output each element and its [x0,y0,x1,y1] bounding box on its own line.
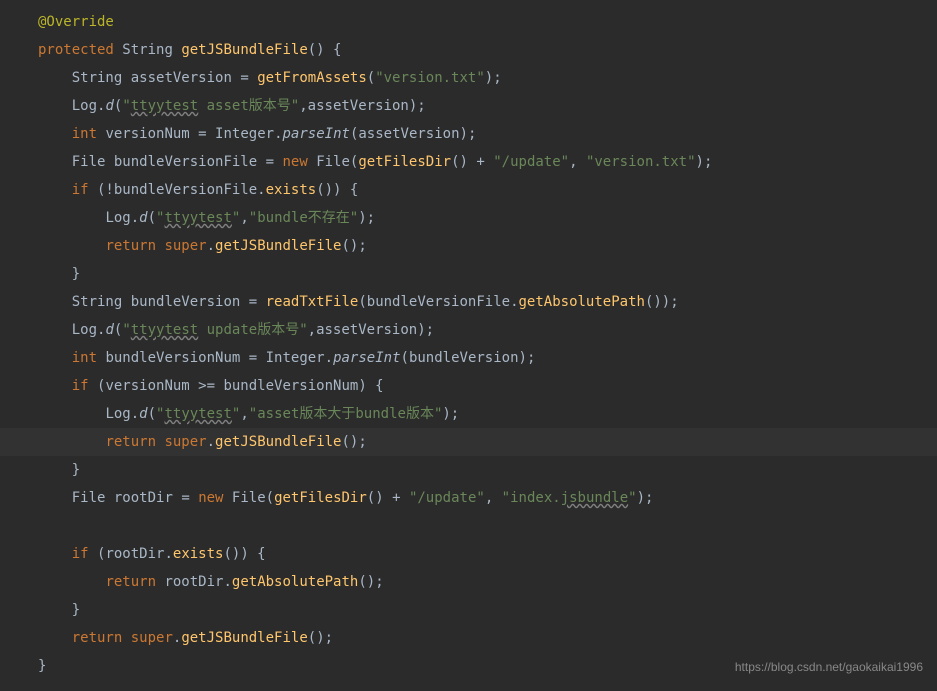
code-line-12: Log.d("ttyytest update版本号",assetVersion)… [0,316,937,344]
code-line-3: String assetVersion = getFromAssets("ver… [0,64,937,92]
code-line-9: return super.getJSBundleFile(); [0,232,937,260]
code-line-16-highlighted: return super.getJSBundleFile(); [0,428,937,456]
code-line-5: int versionNum = Integer.parseInt(assetV… [0,120,937,148]
code-line-10: } [0,260,937,288]
code-line-21: return rootDir.getAbsolutePath(); [0,568,937,596]
code-line-1: @Override [0,8,937,36]
code-line-22: } [0,596,937,624]
code-line-6: File bundleVersionFile = new File(getFil… [0,148,937,176]
code-line-19 [0,512,937,540]
watermark-text: https://blog.csdn.net/gaokaikai1996 [735,653,923,681]
code-line-8: Log.d("ttyytest","bundle不存在"); [0,204,937,232]
annotation-override: @Override [38,14,114,30]
code-line-20: if (rootDir.exists()) { [0,540,937,568]
code-line-4: Log.d("ttyytest asset版本号",assetVersion); [0,92,937,120]
code-line-23: return super.getJSBundleFile(); [0,624,937,652]
code-line-14: if (versionNum >= bundleVersionNum) { [0,372,937,400]
code-line-13: int bundleVersionNum = Integer.parseInt(… [0,344,937,372]
code-line-2: protected String getJSBundleFile() { [0,36,937,64]
code-line-18: File rootDir = new File(getFilesDir() + … [0,484,937,512]
code-line-7: if (!bundleVersionFile.exists()) { [0,176,937,204]
code-editor[interactable]: @Override protected String getJSBundleFi… [0,8,937,680]
code-line-15: Log.d("ttyytest","asset版本大于bundle版本"); [0,400,937,428]
code-line-11: String bundleVersion = readTxtFile(bundl… [0,288,937,316]
code-line-17: } [0,456,937,484]
